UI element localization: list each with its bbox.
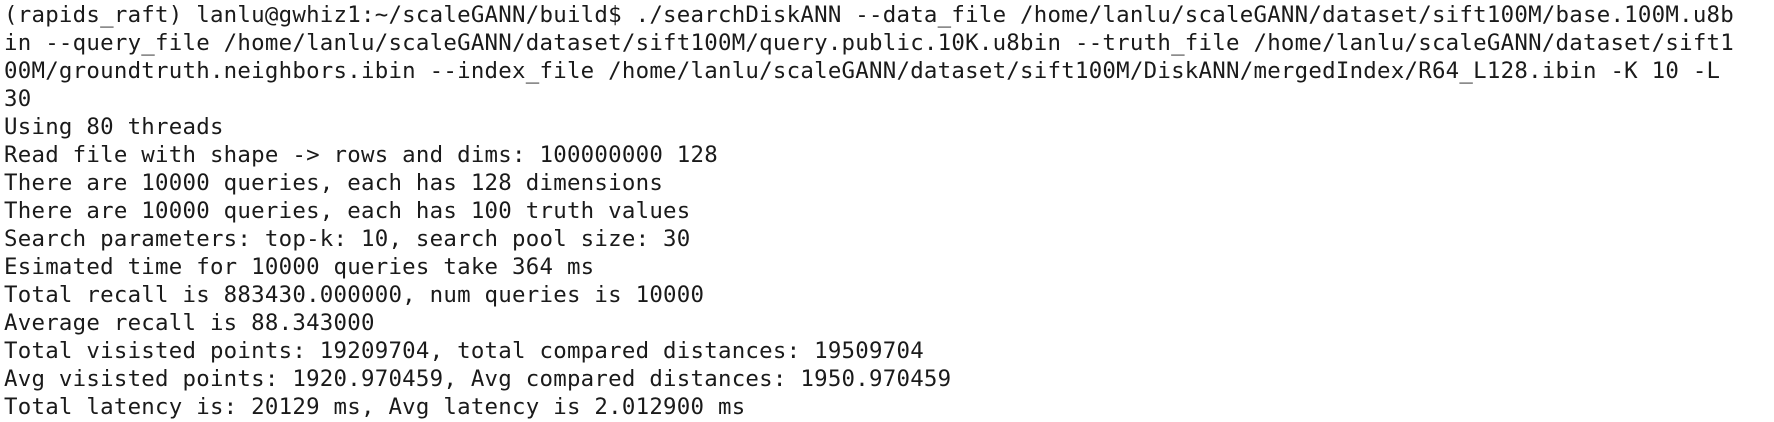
terminal-line-output: Esimated time for 10000 queries take 364… <box>4 254 595 280</box>
terminal-line-output: Average recall is 88.343000 <box>4 310 375 336</box>
terminal-line-output: Using 80 threads <box>4 114 224 140</box>
terminal-line-output: Total latency is: 20129 ms, Avg latency … <box>4 394 746 420</box>
terminal-output[interactable]: (rapids_raft) lanlu@gwhiz1:~/scaleGANN/b… <box>0 0 1774 422</box>
terminal-line-output: There are 10000 queries, each has 100 tr… <box>4 198 691 224</box>
terminal-line-command-wrap: in --query_file /home/lanlu/scaleGANN/da… <box>4 30 1735 56</box>
terminal-line-output: Avg visisted points: 1920.970459, Avg co… <box>4 366 952 392</box>
terminal-line-output: Total recall is 883430.000000, num queri… <box>4 282 705 308</box>
terminal-line-output: Search parameters: top-k: 10, search poo… <box>4 226 691 252</box>
terminal-line-output: Read file with shape -> rows and dims: 1… <box>4 142 718 168</box>
terminal-line-output: Total visisted points: 19209704, total c… <box>4 338 924 364</box>
terminal-line-command-wrap: 30 <box>4 86 32 112</box>
terminal-line-command: (rapids_raft) lanlu@gwhiz1:~/scaleGANN/b… <box>4 2 1735 28</box>
terminal-line-output: There are 10000 queries, each has 128 di… <box>4 170 664 196</box>
terminal-line-command-wrap: 00M/groundtruth.neighbors.ibin --index_f… <box>4 58 1721 84</box>
